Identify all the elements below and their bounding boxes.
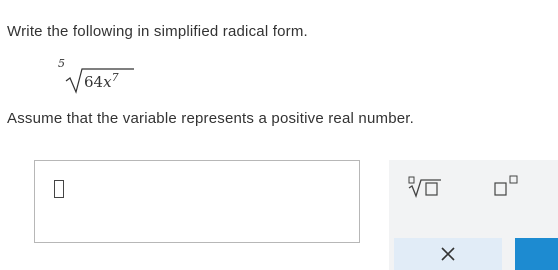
root-index: 5 — [58, 57, 65, 70]
clear-button[interactable] — [394, 238, 502, 270]
radical-expression: 5 64x7 — [54, 55, 144, 95]
close-icon — [441, 247, 455, 261]
side-action-button[interactable] — [515, 238, 558, 270]
nth-root-button[interactable] — [389, 174, 459, 202]
answer-placeholder-box[interactable] — [54, 180, 64, 198]
superscript-button[interactable] — [489, 174, 539, 202]
radicand: 64x7 — [84, 71, 119, 91]
question-instruction: Write the following in simplified radica… — [7, 23, 308, 40]
nth-root-icon — [408, 176, 441, 198]
radicand-coefficient: 64 — [84, 73, 104, 91]
radicand-variable: x — [103, 73, 112, 91]
answer-input[interactable] — [34, 160, 360, 243]
superscript-icon — [494, 175, 518, 196]
question-note: Assume that the variable represents a po… — [7, 110, 415, 127]
radicand-exponent: 7 — [111, 71, 119, 84]
